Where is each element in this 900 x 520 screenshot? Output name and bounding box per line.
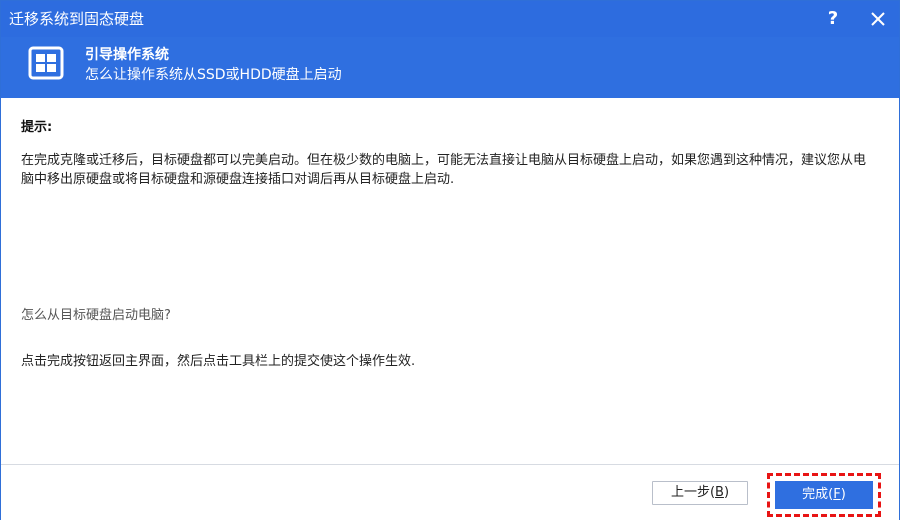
content-area: 提示: 在完成克隆或迁移后，目标硬盘都可以完美启动。但在极少数的电脑上，可能无法…	[1, 98, 899, 464]
dialog-footer: 上一步(B) 完成(F)	[1, 464, 899, 520]
instruction-text: 点击完成按钮返回主界面，然后点击工具栏上的提交使这个操作生效.	[21, 354, 416, 369]
banner-title: 引导操作系统	[85, 47, 169, 63]
help-button[interactable]: ?	[819, 5, 847, 33]
hint-paragraph: 在完成克隆或迁移后，目标硬盘都可以完美启动。但在极少数的电脑上，可能无法直接让电…	[21, 153, 867, 187]
previous-step-accesskey: B	[715, 485, 724, 500]
finish-label: 完成(	[802, 487, 834, 502]
close-button[interactable]	[864, 5, 892, 33]
finish-paren: )	[840, 487, 846, 502]
step-banner: 引导操作系统 怎么让操作系统从SSD或HDD硬盘上启动	[1, 37, 899, 98]
previous-step-paren: )	[723, 485, 730, 500]
migrate-dialog-window: 迁移系统到固态硬盘 ? 引导操作系统 怎么让操作系统从SSD或HDD硬盘上启动 …	[0, 0, 900, 520]
close-icon	[871, 12, 885, 26]
title-bar[interactable]: 迁移系统到固态硬盘 ?	[1, 1, 899, 37]
hint-label: 提示:	[21, 120, 53, 135]
previous-step-button[interactable]: 上一步(B)	[652, 481, 748, 505]
window-title: 迁移系统到固态硬盘	[9, 10, 145, 28]
previous-step-label: 上一步(	[670, 485, 716, 500]
windows-logo-icon	[28, 45, 64, 81]
banner-subtitle: 怎么让操作系统从SSD或HDD硬盘上启动	[85, 67, 342, 83]
finish-accesskey: F	[833, 487, 841, 502]
finish-button[interactable]: 完成(F)	[775, 481, 873, 509]
boot-from-target-link[interactable]: 怎么从目标硬盘启动电脑?	[21, 304, 171, 323]
